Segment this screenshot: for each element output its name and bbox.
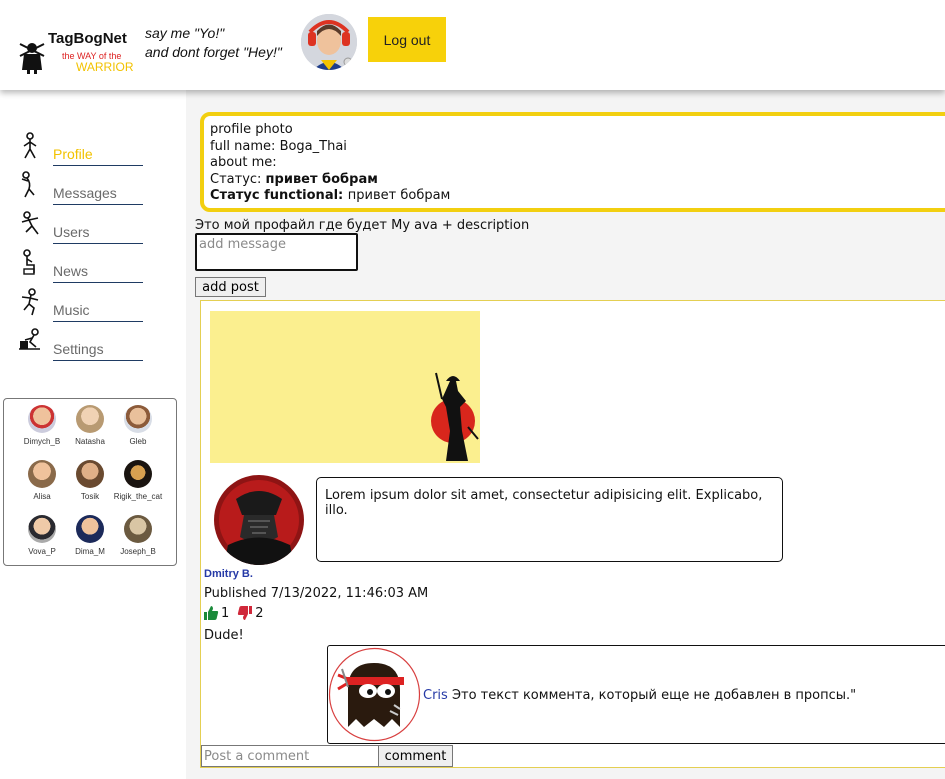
- stickman-jumping-icon: [21, 288, 39, 316]
- user-avatar[interactable]: [301, 14, 357, 70]
- post-published-date: Published 7/13/2022, 11:46:03 AM: [204, 586, 429, 601]
- friend-name: Joseph_B: [120, 547, 156, 556]
- friend-avatar: [28, 405, 56, 433]
- friend-avatar: [124, 460, 152, 488]
- friend-avatar: [28, 515, 56, 543]
- stickman-leaning-icon: [21, 171, 35, 198]
- brand-name: TagBogNet: [48, 30, 127, 47]
- friend-avatar: [28, 460, 56, 488]
- tagline-bottom: WARRIOR: [76, 60, 134, 74]
- sidebar-item-users[interactable]: Users: [18, 210, 148, 244]
- friend-avatar: [124, 515, 152, 543]
- commenter-avatar[interactable]: [328, 647, 421, 742]
- comment-author[interactable]: Cris: [423, 688, 448, 703]
- stickman-running-icon: [21, 211, 39, 235]
- slogan-line-1: say me "Yo!": [145, 25, 225, 41]
- full-name-value: Boga_Thai: [279, 138, 347, 154]
- friend-item[interactable]: Rigik_the_cat: [109, 460, 167, 501]
- post-reactions: 1 2: [203, 605, 264, 621]
- author-avatar[interactable]: [214, 475, 304, 565]
- post-author[interactable]: Dmitry B.: [204, 568, 253, 580]
- user-face-icon: [301, 14, 357, 70]
- add-post-button[interactable]: add post: [195, 277, 266, 297]
- comment-submit-button[interactable]: comment: [378, 745, 453, 767]
- sidebar-item-label: Messages: [53, 185, 143, 205]
- friends-panel: Dimych_B Natasha Gleb Alisa Tosik Rigik_…: [3, 398, 177, 566]
- friend-item[interactable]: Joseph_B: [109, 515, 167, 556]
- likes-count: 1: [221, 605, 230, 621]
- sidebar-item-label: News: [53, 263, 143, 283]
- thumbs-up-icon[interactable]: [203, 605, 219, 621]
- sidebar-item-news[interactable]: News: [18, 249, 148, 283]
- sidebar: Profile Messages Users News Music Settin…: [0, 90, 186, 779]
- friend-name: Rigik_the_cat: [113, 492, 163, 501]
- warrior-logo-icon: [19, 43, 45, 74]
- post-body: Dude!: [204, 628, 244, 643]
- stickman-working-icon: [19, 328, 40, 350]
- sidebar-item-label: Profile: [53, 146, 143, 166]
- post-image: [210, 311, 480, 463]
- sidebar-item-label: Settings: [53, 341, 143, 361]
- profile-status[interactable]: Статус: привет бобрам: [210, 172, 945, 189]
- sidebar-item-settings[interactable]: Settings: [18, 327, 148, 361]
- profile-photo-broken-image: profile photo: [210, 122, 293, 137]
- stickman-sitting-icon: [23, 249, 35, 275]
- app-header: TagBogNet the WAY of the WARRIOR say me …: [0, 0, 945, 90]
- friend-avatar: [124, 405, 152, 433]
- status-label: Статус:: [210, 171, 266, 187]
- profile-description: Это мой профайл где будет My ava + descr…: [195, 218, 530, 233]
- add-message-input[interactable]: [195, 233, 358, 271]
- friend-avatar: [76, 515, 104, 543]
- profile-full-name: full name: Boga_Thai: [210, 139, 945, 156]
- friend-name: Gleb: [129, 437, 147, 446]
- sidebar-item-label: Users: [53, 224, 143, 244]
- profile-about: about me:: [210, 155, 277, 170]
- friend-item[interactable]: Gleb: [109, 405, 167, 446]
- comment-body: Это текст коммента, который еще не добав…: [447, 688, 857, 703]
- status-functional-label: Статус functional:: [210, 188, 348, 203]
- full-name-label: full name:: [210, 138, 280, 154]
- status-value[interactable]: привет бобрам: [266, 172, 378, 187]
- logout-button[interactable]: Log out: [368, 17, 446, 62]
- comment-input[interactable]: [201, 745, 379, 767]
- thumbs-down-icon[interactable]: [237, 605, 253, 621]
- status-functional-value[interactable]: привет бобрам: [348, 188, 451, 203]
- slogan-line-2: and dont forget "Hey!": [145, 44, 282, 60]
- profile-status-functional[interactable]: Статус functional: привет бобрам: [210, 188, 945, 205]
- friend-avatar: [76, 460, 104, 488]
- comment-text: Cris Это текст коммента, который еще не …: [423, 688, 856, 703]
- profile-info-card: profile photo full name: Boga_Thai about…: [200, 112, 945, 212]
- post-text: Lorem ipsum dolor sit amet, consectetur …: [316, 477, 783, 562]
- sidebar-item-messages[interactable]: Messages: [18, 171, 148, 205]
- sidebar-item-label: Music: [53, 302, 143, 322]
- sidebar-item-music[interactable]: Music: [18, 288, 148, 322]
- header-slogan: say me "Yo!" and dont forget "Hey!": [145, 24, 282, 62]
- dislikes-count: 2: [255, 605, 264, 621]
- friend-avatar: [76, 405, 104, 433]
- sidebar-item-profile[interactable]: Profile: [18, 132, 148, 166]
- stickman-standing-icon: [23, 132, 37, 159]
